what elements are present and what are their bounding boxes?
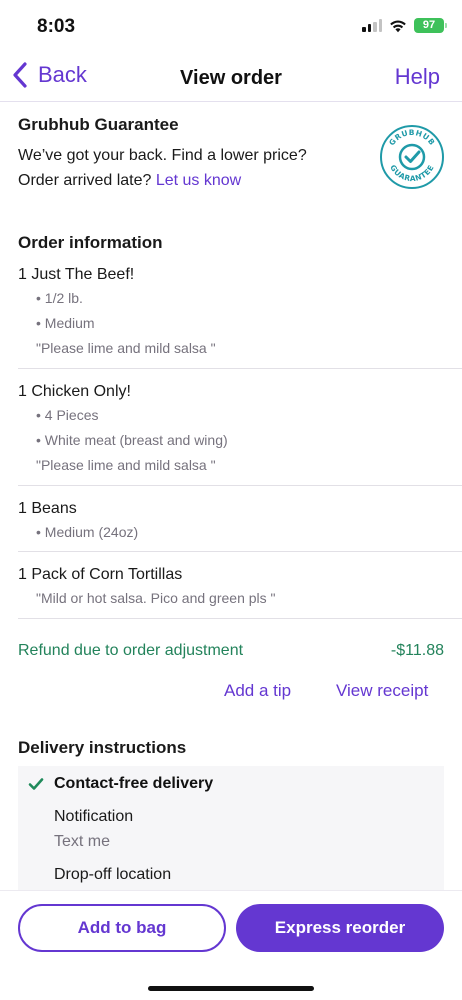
order-item-name: 1 Just The Beef!	[18, 266, 135, 283]
express-reorder-button[interactable]: Express reorder	[236, 904, 444, 952]
order-item-name: 1 Chicken Only!	[18, 383, 131, 400]
order-info-title: Order information	[18, 233, 163, 252]
delivery-instructions-title: Delivery instructions	[18, 738, 187, 757]
order-item-option: • White meat (breast and wing)	[36, 432, 228, 448]
divider	[18, 368, 462, 369]
check-icon	[28, 778, 44, 790]
refund-label: Refund due to order adjustment	[18, 642, 244, 659]
back-label: Back	[38, 62, 87, 87]
order-info-title-wrap: Order information	[18, 233, 444, 253]
add-to-bag-button[interactable]: Add to bag	[18, 904, 226, 952]
navigation-bar: Back View order Help	[0, 54, 462, 102]
order-item: 1 Chicken Only! • 4 Pieces • White meat …	[18, 383, 444, 473]
order-item: 1 Pack of Corn Tortillas "Mild or hot sa…	[18, 566, 444, 606]
delivery-instructions-box: Contact-free delivery Notification Text …	[18, 766, 444, 891]
guarantee-late-text: Order arrived late?	[18, 172, 152, 189]
divider	[18, 618, 462, 619]
order-item-option: • 1/2 lb.	[36, 290, 83, 306]
back-button[interactable]: Back	[12, 62, 87, 88]
delivery-title-wrap: Delivery instructions	[18, 738, 444, 758]
status-bar: 8:03 97	[0, 0, 462, 54]
status-time: 8:03	[37, 16, 76, 37]
divider	[18, 485, 462, 486]
drop-off-location-label: Drop-off location	[54, 866, 172, 883]
wifi-icon	[390, 20, 406, 32]
signal-icon	[362, 19, 382, 32]
order-item-option: • Medium (24oz)	[36, 524, 139, 540]
order-item: 1 Beans • Medium (24oz)	[18, 500, 444, 540]
notification-value: Text me	[54, 833, 111, 850]
order-item: 1 Just The Beef! • 1/2 lb. • Medium "Ple…	[18, 266, 444, 356]
notification-label: Notification	[54, 808, 134, 825]
bottom-action-bar: Add to bag Express reorder	[0, 890, 462, 962]
order-item-name: 1 Pack of Corn Tortillas	[18, 566, 183, 583]
view-receipt-link[interactable]: View receipt	[336, 681, 428, 701]
refund-amount: -$11.88	[390, 642, 444, 659]
contact-free-delivery-label: Contact-free delivery	[54, 775, 214, 792]
let-us-know-link[interactable]: Let us know	[156, 172, 241, 189]
badge-bottom-text: GUARANTEE	[388, 163, 435, 183]
order-item-note: "Please lime and mild salsa "	[36, 457, 216, 473]
order-item-option: • Medium	[36, 315, 95, 331]
status-icons: 97	[362, 18, 447, 33]
order-item-note: "Please lime and mild salsa "	[36, 340, 216, 356]
divider	[18, 551, 462, 552]
add-tip-link[interactable]: Add a tip	[224, 681, 291, 701]
home-indicator	[148, 986, 314, 991]
chevron-left-icon	[13, 62, 27, 88]
order-item-note: "Mild or hot salsa. Pico and green pls "	[36, 590, 276, 606]
help-button[interactable]: Help	[395, 64, 440, 90]
battery-icon: 97	[414, 18, 447, 33]
order-item-name: 1 Beans	[18, 500, 77, 517]
order-item-option: • 4 Pieces	[36, 407, 99, 423]
guarantee-badge-icon: GRUBHUB GUARANTEE	[380, 125, 444, 189]
svg-text:GUARANTEE: GUARANTEE	[388, 163, 436, 183]
